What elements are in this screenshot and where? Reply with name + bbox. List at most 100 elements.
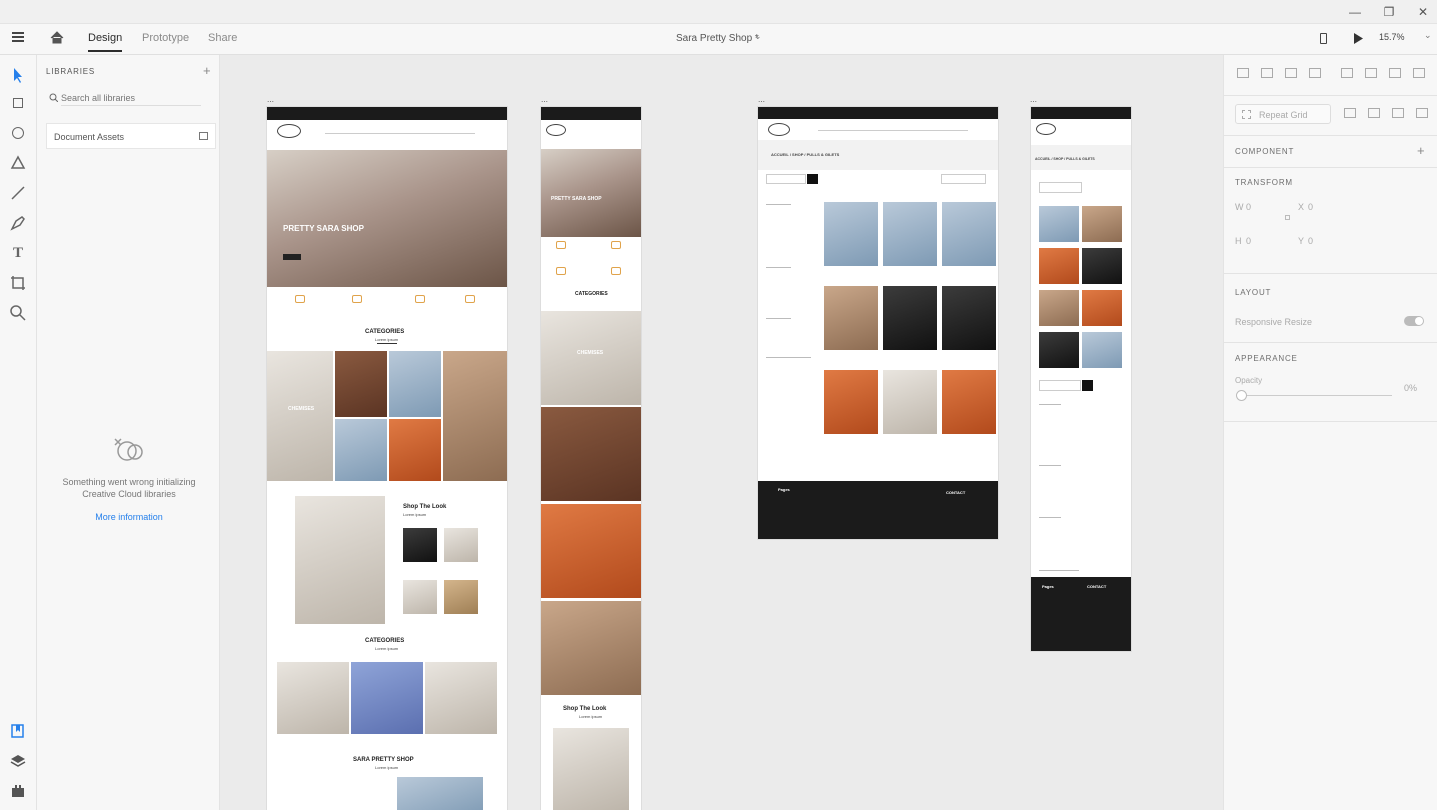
design-canvas[interactable]: ⋯ PRETTY SARA SHOP CATEGORIES Lorem ipsu… (220, 55, 1223, 810)
support-icon (415, 295, 425, 303)
search-icon (49, 93, 58, 102)
boolean-exclude-icon[interactable] (1416, 108, 1428, 118)
tab-prototype[interactable]: Prototype (142, 32, 189, 44)
tab-share[interactable]: Share (208, 32, 237, 44)
artboard-desktop-shop[interactable]: ACCUEIL / SHOP / PULLS & GILETS Pages CO… (758, 107, 998, 539)
height-value[interactable]: 0 (1246, 236, 1251, 246)
boolean-subtract-icon[interactable] (1368, 108, 1380, 118)
ellipse-tool-icon[interactable] (8, 123, 28, 143)
repeat-grid-label: Repeat Grid (1259, 110, 1308, 120)
filter-categories (766, 204, 791, 205)
repeat-grid-icon (1242, 110, 1251, 119)
add-library-icon[interactable]: + (203, 63, 211, 78)
truck-icon (611, 241, 621, 249)
align-bottom-icon[interactable] (1285, 68, 1297, 78)
artboard-tool-icon[interactable] (8, 273, 28, 293)
responsive-resize-toggle[interactable] (1404, 316, 1424, 326)
layers-icon[interactable] (8, 751, 28, 771)
divider (1224, 273, 1437, 274)
x-value[interactable]: 0 (1308, 202, 1313, 212)
home-icon[interactable] (50, 31, 64, 44)
search-libraries-input[interactable] (61, 90, 201, 106)
artboard-handle[interactable]: ⋯ (541, 98, 548, 106)
divider (1224, 167, 1437, 168)
artboard-desktop-home[interactable]: PRETTY SARA SHOP CATEGORIES Lorem ipsum … (267, 107, 507, 810)
support-icon (556, 267, 566, 275)
x-label: X (1298, 202, 1305, 212)
boolean-add-icon[interactable] (1344, 108, 1356, 118)
hamburger-menu-icon[interactable] (12, 32, 24, 42)
minimize-icon[interactable]: — (1347, 4, 1363, 20)
artboard-mobile-home[interactable]: PRETTY SARA SHOP CATEGORIES CHEMISES Sho… (541, 107, 641, 810)
tab-design[interactable]: Design (88, 32, 123, 52)
search-box (766, 174, 806, 184)
divider (1224, 421, 1437, 422)
sort-select (941, 174, 986, 184)
device-preview-icon[interactable] (1320, 33, 1327, 44)
shop-the-look-title: Shop The Look (563, 706, 607, 712)
tools-toolbar: T (0, 55, 37, 810)
document-title[interactable]: Sara Pretty Shop * (676, 33, 759, 44)
search-box (1039, 380, 1081, 391)
logo-image (277, 124, 301, 138)
transform-section-title: TRANSFORM (1235, 178, 1293, 187)
boolean-intersect-icon[interactable] (1392, 108, 1404, 118)
opacity-value[interactable]: 0% (1404, 383, 1417, 393)
category-chemises-label: CHEMISES (288, 406, 315, 412)
line-tool-icon[interactable] (8, 183, 28, 203)
libraries-panel-icon[interactable] (8, 721, 28, 741)
repeat-grid-button[interactable]: Repeat Grid (1235, 104, 1331, 124)
more-information-link[interactable]: More information (55, 512, 203, 522)
text-tool-icon[interactable]: T (8, 243, 28, 263)
play-icon[interactable] (1353, 33, 1363, 44)
polygon-tool-icon[interactable] (8, 153, 28, 173)
chevron-down-icon[interactable]: ⌄ (754, 31, 762, 42)
align-left-icon[interactable] (1341, 68, 1353, 78)
distribute-horizontal-icon[interactable] (1413, 68, 1425, 78)
shop-the-look-image (553, 728, 629, 810)
align-right-icon[interactable] (1389, 68, 1401, 78)
y-value[interactable]: 0 (1308, 236, 1313, 246)
width-value[interactable]: 0 (1246, 202, 1251, 212)
close-icon[interactable]: ✕ (1415, 4, 1431, 20)
artboard-handle[interactable]: ⋯ (758, 98, 765, 106)
category-image (541, 601, 641, 695)
categories-subtitle: Lorem ipsum (375, 337, 399, 342)
zoom-tool-icon[interactable] (8, 303, 28, 323)
rectangle-tool-icon[interactable] (8, 93, 28, 113)
logo-image (768, 123, 790, 136)
shop-the-look-title: Shop The Look (403, 504, 447, 510)
align-center-icon[interactable] (1365, 68, 1377, 78)
product-image (824, 370, 878, 434)
category-image (425, 662, 497, 734)
libraries-panel: LIBRARIES + Document Assets Something we… (37, 55, 233, 810)
align-top-icon[interactable] (1237, 68, 1249, 78)
opacity-slider-track[interactable] (1240, 395, 1392, 396)
product-image (824, 286, 878, 350)
delivery-icon (295, 295, 305, 303)
select-tool-icon[interactable] (8, 65, 28, 85)
plugins-icon[interactable] (8, 781, 28, 801)
opacity-slider-handle[interactable] (1236, 390, 1247, 401)
error-message: Something went wrong initializing Creati… (62, 477, 196, 499)
hero-image (541, 149, 641, 237)
distribute-vertical-icon[interactable] (1309, 68, 1321, 78)
document-assets-label: Document Assets (54, 132, 125, 142)
pen-tool-icon[interactable] (8, 213, 28, 233)
artboard-mobile-shop[interactable]: ACCUEIL / SHOP / PULLS & GILETS Pages CO… (1031, 107, 1131, 651)
lock-aspect-icon[interactable] (1285, 215, 1290, 220)
hero-title: PRETTY SARA SHOP (551, 196, 602, 202)
topbar-strip (1031, 107, 1131, 119)
zoom-level[interactable]: 15.7% (1379, 32, 1405, 42)
zoom-chevron-icon[interactable]: ⌄ (1424, 30, 1432, 41)
categories-subtitle-2: Lorem ipsum (375, 646, 399, 651)
document-assets-item[interactable]: Document Assets (46, 123, 216, 149)
artboard-handle[interactable]: ⋯ (1030, 98, 1037, 106)
footer-pages: Pages (778, 487, 790, 492)
category-image (335, 351, 387, 417)
restore-icon[interactable]: ❐ (1381, 4, 1397, 20)
product-image (1082, 332, 1122, 368)
artboard-handle[interactable]: ⋯ (267, 98, 274, 106)
align-middle-icon[interactable] (1261, 68, 1273, 78)
add-component-icon[interactable]: + (1417, 143, 1425, 158)
